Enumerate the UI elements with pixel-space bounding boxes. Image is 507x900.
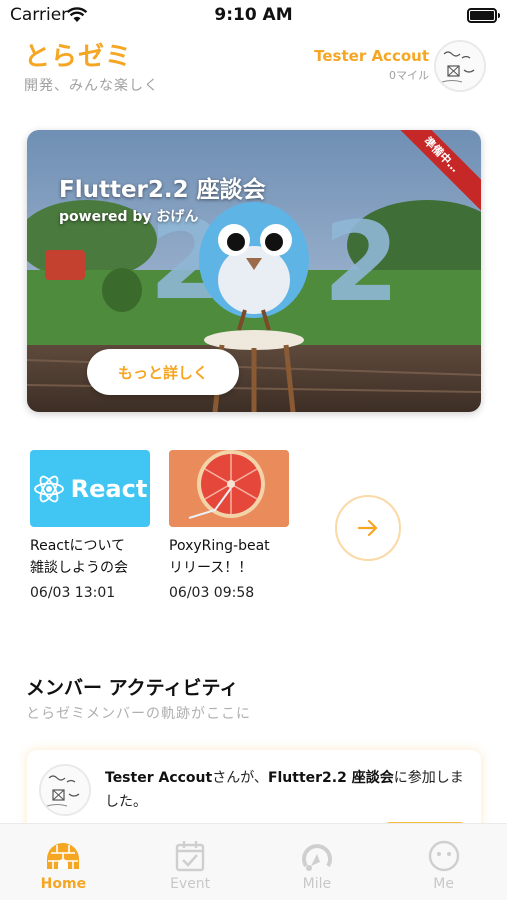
activity-text: Tester Accoutさんが、Flutter2.2 座談会に参加しました。: [105, 766, 471, 814]
tab-label: Event: [170, 876, 211, 892]
avatar-sketch-icon: [436, 42, 484, 90]
user-miles: 0マイル: [389, 69, 429, 82]
calendar-check-icon: [172, 838, 208, 874]
more-details-button[interactable]: もっと詳しく: [87, 349, 239, 395]
hero-subtitle: powered by おげん: [59, 209, 199, 225]
event-title-line: PoxyRing-beat: [169, 538, 270, 554]
grapefruit-image: [169, 450, 289, 527]
event-card-react[interactable]: React Reactについて 雑談しようの会 06/03 13:01: [30, 450, 150, 601]
avatar[interactable]: [39, 764, 91, 816]
tab-me[interactable]: Me: [380, 824, 507, 900]
app-subtitle: 開発、みんな楽しく: [24, 78, 159, 94]
face-icon: [426, 838, 462, 874]
event-title-line: 雑談しようの会: [30, 560, 128, 576]
event-date: 06/03 13:01: [30, 585, 116, 601]
event-date: 06/03 09:58: [169, 585, 255, 601]
see-more-events-button[interactable]: [335, 495, 401, 561]
clock: 9:10 AM: [214, 5, 293, 25]
tab-label: Me: [433, 876, 454, 892]
react-logo-icon: [33, 475, 64, 502]
hero-title: Flutter2.2 座談会: [59, 177, 266, 203]
app-title: とらゼミ: [24, 42, 133, 72]
svg-text:2: 2: [323, 198, 400, 326]
section-subtitle: とらゼミメンバーの軌跡がここに: [26, 706, 251, 722]
tab-home[interactable]: Home: [0, 824, 127, 900]
arrow-right-icon: [357, 519, 378, 537]
tab-label: Mile: [302, 876, 332, 892]
bottom-tab-bar: Home Event Mile Me: [0, 823, 507, 900]
event-card-poxyring[interactable]: PoxyRing-beat リリース！！ 06/03 09:58: [169, 450, 289, 601]
user-name[interactable]: Tester Accout: [314, 47, 429, 65]
event-title-line: リリース！！: [169, 560, 253, 576]
battery-icon: [467, 8, 500, 23]
mile-icon: [299, 838, 335, 874]
featured-event-card[interactable]: 2 2 Flutter2.2 座談会 powered by おげん 準備中… も…: [27, 130, 481, 412]
event-thumbnail: [169, 450, 289, 527]
tab-mile[interactable]: Mile: [254, 824, 381, 900]
section-title: メンバー アクティビティ: [26, 677, 239, 699]
activity-event: Flutter2.2 座談会: [267, 770, 394, 786]
tab-label: Home: [40, 876, 87, 892]
tab-event[interactable]: Event: [127, 824, 254, 900]
avatar-sketch-icon: [41, 766, 89, 814]
event-thumbnail: React: [30, 450, 150, 527]
activity-user: Tester Accout: [105, 770, 213, 786]
avatar[interactable]: [434, 40, 486, 92]
event-title-line: Reactについて: [30, 538, 126, 554]
status-bar: Carrier 9:10 AM: [0, 0, 507, 32]
igloo-icon: [45, 838, 81, 874]
event-thumb-text: React: [70, 474, 148, 503]
event-title: PoxyRing-beat リリース！！: [169, 535, 289, 579]
event-title: Reactについて 雑談しようの会: [30, 535, 150, 579]
activity-connector: さんが、: [212, 770, 268, 786]
